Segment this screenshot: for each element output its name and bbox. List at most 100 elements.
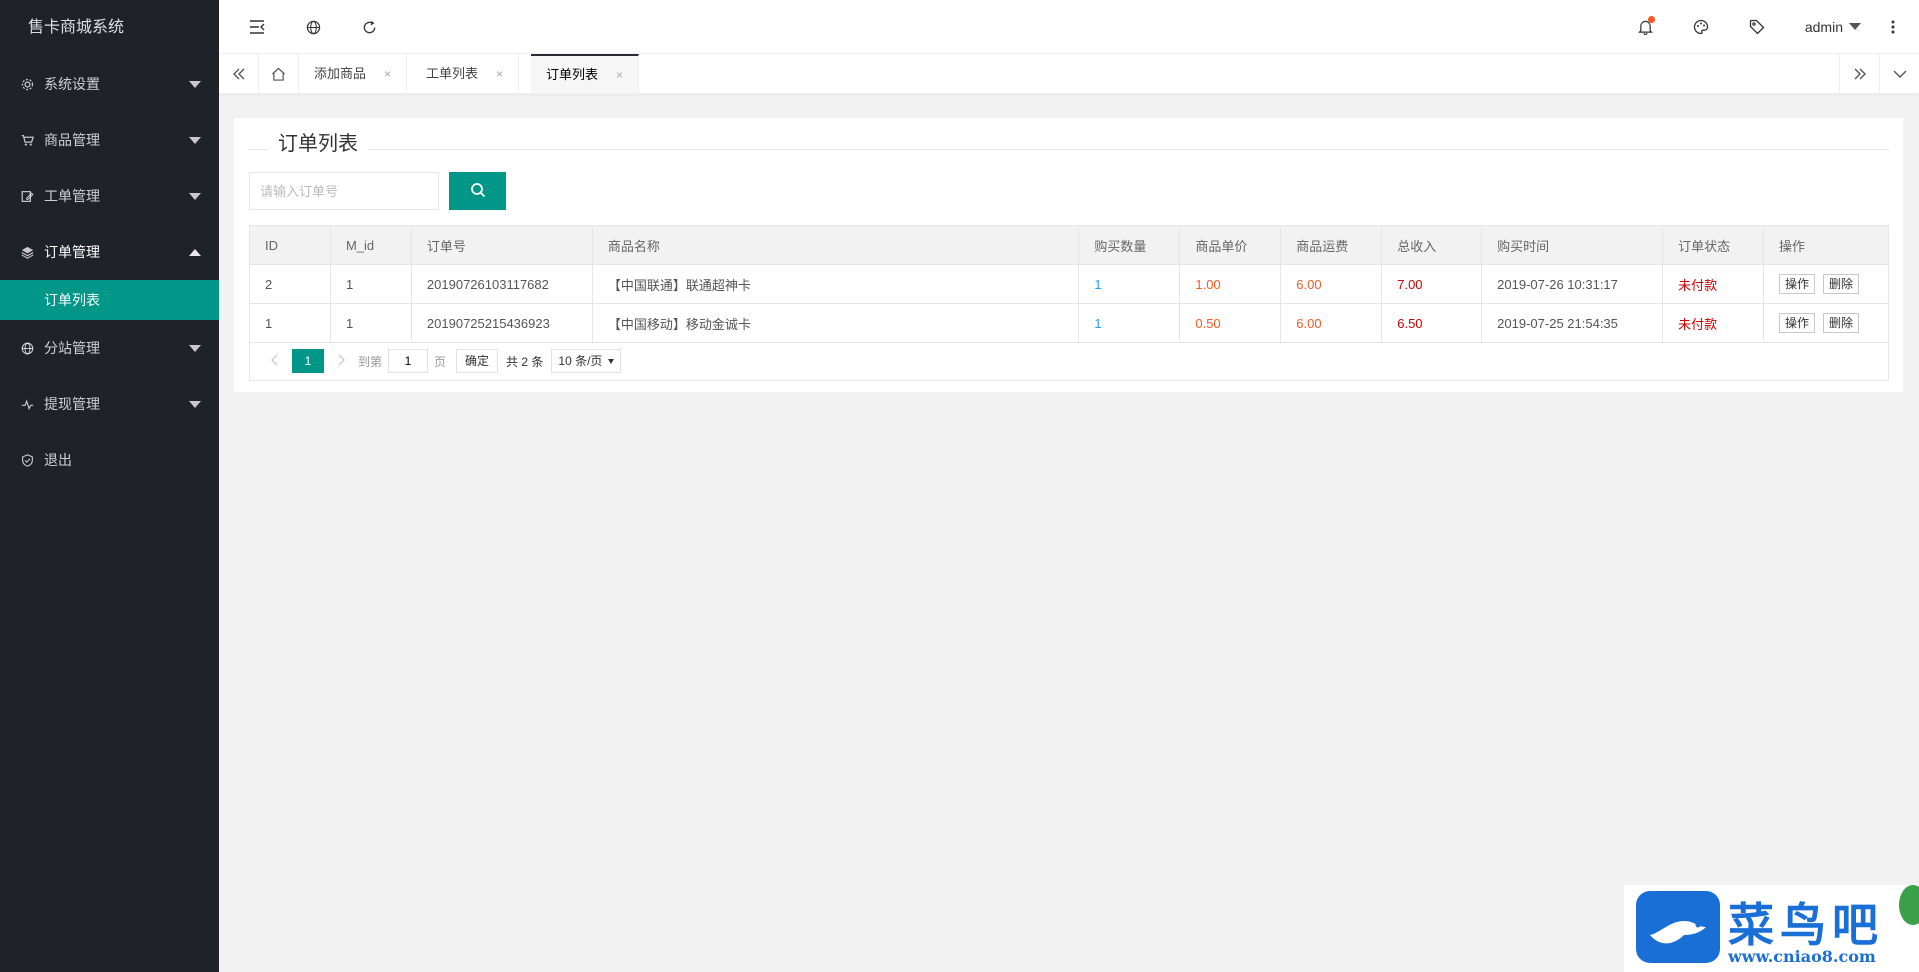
column-header: 商品单价 — [1179, 225, 1282, 265]
cart-icon — [20, 133, 34, 147]
layers-icon — [20, 245, 34, 259]
tag-icon[interactable] — [1737, 0, 1777, 54]
user-menu[interactable]: admin — [1805, 0, 1861, 54]
column-header: 订单号 — [410, 225, 593, 265]
sidebar-item-withdrawals[interactable]: 提现管理 — [0, 376, 219, 432]
tab-label: 添加商品 — [314, 66, 367, 81]
pagination: 1 到第 页 确定 共 2 条 10 条/页 — [249, 342, 1889, 381]
globe-icon[interactable] — [293, 0, 333, 54]
orders-table: ID M_id 订单号 商品名称 购买数量 商品单价 商品运费 总收入 购买时间… — [249, 225, 1889, 343]
close-icon[interactable]: × — [384, 67, 391, 81]
delete-button[interactable]: 删除 — [1823, 313, 1860, 333]
current-page[interactable]: 1 — [292, 349, 324, 373]
gear-icon — [20, 77, 34, 91]
cell-m-id: 1 — [329, 264, 412, 304]
cell-price: 0.50 — [1179, 303, 1282, 343]
legend-divider — [248, 149, 1889, 150]
more-vertical-icon[interactable] — [1873, 0, 1913, 54]
cell-id: 2 — [249, 264, 331, 304]
sidebar-item-system-settings[interactable]: 系统设置 — [0, 56, 219, 112]
sidebar-item-label: 退出 — [44, 452, 72, 468]
sidebar-item-orders[interactable]: 订单管理 — [0, 224, 219, 280]
cell-total: 6.50 — [1381, 303, 1483, 343]
cell-shipping: 6.00 — [1280, 264, 1383, 304]
column-header: 购买数量 — [1078, 225, 1181, 265]
cell-m-id: 1 — [329, 303, 412, 343]
goto-label: 到第 — [358, 354, 383, 369]
tab-label: 订单列表 — [546, 67, 599, 82]
column-header: 商品名称 — [591, 225, 1080, 265]
app-logo-title: 售卡商城系统 — [28, 19, 125, 36]
sidebar-item-label: 提现管理 — [44, 396, 100, 412]
search-button[interactable] — [449, 172, 506, 210]
cell-total: 7.00 — [1381, 264, 1483, 304]
goto-confirm-button[interactable]: 确定 — [456, 349, 499, 373]
table-header-row: ID M_id 订单号 商品名称 购买数量 商品单价 商品运费 总收入 购买时间… — [249, 225, 1889, 265]
column-header: M_id — [329, 225, 412, 265]
operate-button[interactable]: 操作 — [1779, 313, 1816, 333]
globe-icon — [20, 341, 34, 355]
caret-down-icon — [1849, 23, 1861, 30]
order-list-card: 订单列表 ID M_id 订单号 商品名称 购买数量 商品单价 商品运费 总收入… — [234, 118, 1903, 392]
fieldset-legend: 订单列表 — [248, 126, 1889, 156]
cell-price: 1.00 — [1179, 264, 1282, 304]
column-header: 商品运费 — [1280, 225, 1383, 265]
chevron-down-icon — [189, 81, 201, 88]
notification-dot — [1648, 16, 1655, 23]
column-header: 购买时间 — [1481, 225, 1664, 265]
cell-product: 【中国联通】联通超神卡 — [591, 264, 1080, 304]
cell-id: 1 — [249, 303, 331, 343]
total-count: 共 2 条 — [506, 354, 544, 369]
cell-shipping: 6.00 — [1280, 303, 1383, 343]
column-header: 操作 — [1763, 225, 1889, 265]
tab-menu-chevron-down-icon[interactable] — [1879, 54, 1919, 94]
tab-scroll-right-icon[interactable] — [1839, 54, 1879, 94]
chevron-down-icon — [189, 137, 201, 144]
cell-qty: 1 — [1078, 264, 1181, 304]
status-badge: 未付款 — [1662, 303, 1764, 343]
close-icon[interactable]: × — [496, 67, 503, 81]
page-size-select[interactable]: 10 条/页 — [551, 349, 622, 373]
sidebar-subitem-order-list[interactable]: 订单列表 — [0, 280, 219, 320]
shield-icon — [20, 453, 34, 467]
delete-button[interactable]: 删除 — [1823, 274, 1860, 294]
chevron-down-icon — [189, 193, 201, 200]
order-number-search-input[interactable] — [249, 172, 439, 210]
cell-order-no: 20190725215436923 — [410, 303, 593, 343]
prev-page-icon[interactable] — [264, 353, 286, 369]
sidebar-item-label: 分站管理 — [44, 340, 100, 356]
cell-actions: 操作 删除 — [1763, 264, 1889, 304]
column-header: ID — [249, 225, 331, 265]
menu-toggle-icon[interactable] — [237, 0, 277, 54]
tab-add-product[interactable]: 添加商品 × — [299, 54, 408, 94]
corner-badge-icon — [1899, 885, 1919, 925]
home-icon[interactable] — [259, 54, 299, 94]
sidebar-item-label: 系统设置 — [44, 76, 100, 92]
sidebar: 售卡商城系统 系统设置 商品管理 工单管理 订单管理 订单列表 分站管理 提现管… — [0, 0, 219, 972]
tab-ticket-list[interactable]: 工单列表 × — [411, 54, 520, 94]
next-page-icon[interactable] — [330, 353, 352, 369]
sidebar-item-tickets[interactable]: 工单管理 — [0, 168, 219, 224]
sidebar-item-label: 订单管理 — [44, 244, 100, 260]
bird-logo-icon — [1636, 891, 1720, 963]
chevron-down-icon — [189, 401, 201, 408]
tab-order-list[interactable]: 订单列表 × — [531, 54, 640, 94]
palette-icon[interactable] — [1681, 0, 1721, 54]
operate-button[interactable]: 操作 — [1779, 274, 1816, 294]
sidebar-item-logout[interactable]: 退出 — [0, 432, 219, 488]
watermark-url: www.cniao8.com — [1728, 947, 1876, 966]
cell-actions: 操作 删除 — [1763, 303, 1889, 343]
username: admin — [1804, 19, 1843, 35]
close-icon[interactable]: × — [616, 68, 623, 82]
caret-down-icon — [608, 358, 615, 364]
goto-page-input[interactable] — [388, 349, 429, 373]
sidebar-item-products[interactable]: 商品管理 — [0, 112, 219, 168]
column-header: 订单状态 — [1662, 225, 1764, 265]
cell-order-no: 20190726103117682 — [410, 264, 593, 304]
watermark-text: 菜鸟吧 — [1728, 898, 1884, 952]
page-title: 订单列表 — [268, 132, 368, 156]
bell-icon[interactable] — [1625, 0, 1665, 54]
sidebar-item-substations[interactable]: 分站管理 — [0, 320, 219, 376]
tab-scroll-left-icon[interactable] — [219, 54, 259, 94]
refresh-icon[interactable] — [349, 0, 389, 54]
